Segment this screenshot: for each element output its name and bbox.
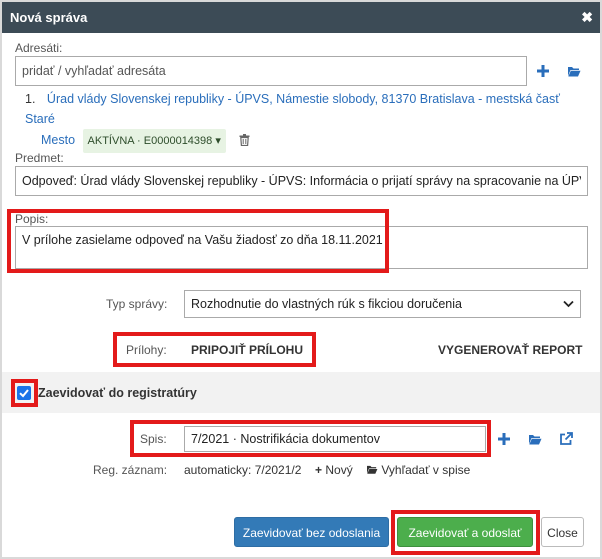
generate-report-button[interactable]: VYGENEROVAŤ REPORT — [438, 343, 582, 357]
trash-icon[interactable] — [239, 134, 250, 147]
recipient-link-cont[interactable]: Mesto — [41, 133, 75, 147]
recipient-link[interactable]: Úrad vlády Slovenskej republiky - ÚPVS, … — [25, 92, 560, 126]
message-type-value: Rozhodnutie do vlastných rúk s fikciou d… — [191, 297, 462, 311]
recipient-list-item: 1. Úrad vlády Slovenskej republiky - ÚPV… — [25, 89, 585, 153]
reg-record-label: Reg. záznam: — [93, 463, 168, 477]
plus-icon: + — [315, 463, 323, 477]
new-record-label: Nový — [325, 463, 353, 477]
new-message-dialog: Nová správa ✖ Adresáti: 1. Úrad vlády Sl… — [0, 0, 602, 559]
registry-checkbox[interactable] — [17, 386, 31, 400]
search-in-file-label: Vyhľadať v spise — [381, 463, 471, 477]
attachments-label: Prílohy: — [126, 343, 167, 357]
record-without-send-button[interactable]: Zaevidovať bez odoslania — [234, 517, 389, 547]
subject-input[interactable] — [15, 166, 588, 196]
add-recipient-icon[interactable] — [536, 64, 550, 78]
dialog-titlebar: Nová správa ✖ — [2, 2, 600, 33]
new-record-button[interactable]: + Nový — [315, 463, 353, 477]
external-link-icon[interactable] — [559, 432, 573, 446]
file-label: Spis: — [140, 432, 167, 446]
status-badge[interactable]: AKTÍVNA · E0000014398 ▾ — [82, 129, 226, 153]
description-textarea[interactable]: V prílohe zasielame odpoveď na Vašu žiad… — [15, 226, 588, 269]
checkmark-icon — [19, 389, 29, 398]
file-input[interactable] — [184, 426, 486, 452]
message-type-label: Typ správy: — [106, 297, 168, 311]
dialog-title: Nová správa — [10, 10, 88, 25]
description-label: Popis: — [15, 212, 49, 226]
add-file-icon[interactable] — [497, 432, 511, 446]
search-in-file-button[interactable]: Vyhľadať v spise — [366, 463, 470, 477]
close-button[interactable]: Close — [541, 517, 584, 547]
folder-open-icon[interactable] — [528, 432, 542, 446]
recipients-label: Adresáti: — [15, 41, 63, 55]
recipient-index: 1. — [25, 92, 36, 106]
recipient-search-input[interactable] — [15, 56, 527, 86]
folder-open-icon — [367, 465, 378, 474]
subject-label: Predmet: — [15, 151, 64, 165]
close-icon[interactable]: ✖ — [581, 9, 593, 26]
chevron-down-icon — [563, 300, 574, 308]
message-type-select[interactable]: Rozhodnutie do vlastných rúk s fikciou d… — [184, 290, 581, 318]
record-and-send-button[interactable]: Zaevidovať a odoslať — [397, 517, 533, 547]
reg-record-value: automaticky: 7/2021/2 — [184, 463, 302, 477]
registry-checkbox-label: Zaevidovať do registratúry — [38, 386, 197, 400]
folder-open-icon[interactable] — [567, 64, 581, 78]
attach-file-button[interactable]: PRIPOJIŤ PRÍLOHU — [191, 343, 303, 357]
